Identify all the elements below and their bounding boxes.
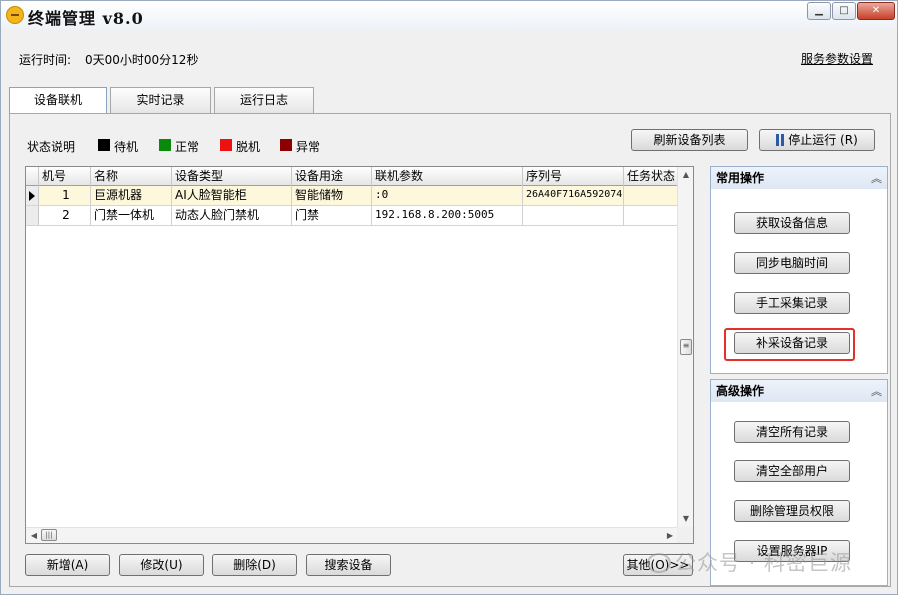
row-indicator: [26, 206, 39, 225]
legend-standby-label: 待机: [114, 140, 139, 154]
delete-button[interactable]: 删除(D): [212, 554, 297, 576]
tab-device-online[interactable]: 设备联机: [9, 87, 107, 114]
horizontal-scrollbar[interactable]: ◀ ||| ▶: [26, 527, 678, 543]
legend-offline-label: 脱机: [236, 140, 261, 154]
minimize-button[interactable]: ▁: [807, 2, 831, 20]
tab-run-log[interactable]: 运行日志: [214, 87, 314, 113]
main-window: 终端管理 v8.0 ▁ □ ✕ 运行时间: 0天00小时00分12秒 服务参数设…: [0, 0, 898, 595]
scroll-left-icon[interactable]: ◀: [26, 528, 42, 544]
device-grid: 机号 名称 设备类型 设备用途 联机参数 序列号 任务状态 1 巨源机器 AI人…: [25, 166, 694, 544]
close-icon: ✕: [871, 5, 881, 16]
legend-normal-swatch: [159, 139, 171, 151]
runtime-value: 0天00小时00分12秒: [85, 53, 199, 67]
close-button[interactable]: ✕: [857, 2, 895, 20]
cell-id: 2: [39, 206, 91, 225]
app-logo-icon: [6, 6, 24, 24]
cell-type: 动态人脸门禁机: [172, 206, 292, 225]
window-title: 终端管理 v8.0: [28, 9, 144, 28]
column-header-name[interactable]: 名称: [91, 167, 172, 186]
common-operations-header[interactable]: 常用操作 ︽: [711, 167, 887, 189]
common-operations-title: 常用操作: [716, 171, 765, 185]
cell-type: AI人脸智能柜: [172, 186, 292, 205]
cell-id: 1: [39, 186, 91, 205]
legend-normal-label: 正常: [175, 140, 200, 154]
runtime-label: 运行时间:: [19, 53, 72, 67]
collapse-up-icon[interactable]: ︽: [871, 168, 882, 190]
search-device-button[interactable]: 搜索设备: [306, 554, 391, 576]
legend-standby-swatch: [98, 139, 110, 151]
refresh-device-list-button[interactable]: 刷新设备列表: [631, 129, 748, 151]
watermark: 公众号 · 科密巨源: [647, 547, 852, 577]
highlight-box: [724, 328, 855, 361]
service-settings-link[interactable]: 服务参数设置: [801, 50, 873, 67]
cell-name: 巨源机器: [91, 186, 172, 205]
vertical-scrollbar[interactable]: ▲ ≡ ▼: [677, 167, 693, 527]
advanced-operations-header[interactable]: 高级操作 ︽: [711, 380, 887, 402]
column-header-id[interactable]: 机号: [39, 167, 91, 186]
advanced-operations-title: 高级操作: [716, 384, 765, 398]
stop-running-button[interactable]: 停止运行 (R): [759, 129, 875, 151]
column-header-param[interactable]: 联机参数: [372, 167, 523, 186]
clear-all-records-button[interactable]: 清空所有记录: [734, 421, 850, 443]
edit-button[interactable]: 修改(U): [119, 554, 204, 576]
column-header-usage[interactable]: 设备用途: [292, 167, 372, 186]
column-header-serial[interactable]: 序列号: [523, 167, 624, 186]
delete-admin-rights-button[interactable]: 删除管理员权限: [734, 500, 850, 522]
cell-usage: 智能储物: [292, 186, 372, 205]
cell-usage: 门禁: [292, 206, 372, 225]
clear-all-users-button[interactable]: 清空全部用户: [734, 460, 850, 482]
cell-name: 门禁一体机: [91, 206, 172, 225]
manual-collect-records-button[interactable]: 手工采集记录: [734, 292, 850, 314]
tab-realtime-records[interactable]: 实时记录: [110, 87, 211, 113]
header-indicator: [26, 167, 39, 186]
table-row[interactable]: 1 巨源机器 AI人脸智能柜 智能储物 :0 26A40F716A592074: [26, 186, 678, 206]
collapse-up-icon[interactable]: ︽: [871, 381, 882, 403]
scroll-corner: [677, 527, 693, 543]
cell-param: :0: [372, 186, 523, 205]
vertical-scroll-thumb[interactable]: ≡: [680, 339, 692, 355]
cell-task: [624, 206, 678, 225]
column-header-type[interactable]: 设备类型: [172, 167, 292, 186]
cell-serial: 26A40F716A592074: [523, 186, 624, 205]
sync-pc-time-button[interactable]: 同步电脑时间: [734, 252, 850, 274]
scroll-down-icon[interactable]: ▼: [678, 511, 694, 527]
grid-header: 机号 名称 设备类型 设备用途 联机参数 序列号 任务状态: [26, 167, 678, 186]
title-bar[interactable]: 终端管理 v8.0 ▁ □ ✕: [1, 1, 897, 29]
cell-task: [624, 186, 678, 205]
column-header-task[interactable]: 任务状态: [624, 167, 678, 186]
scroll-right-icon[interactable]: ▶: [662, 528, 678, 544]
get-device-info-button[interactable]: 获取设备信息: [734, 212, 850, 234]
cell-serial: [523, 206, 624, 225]
legend-error-label: 异常: [296, 140, 321, 154]
horizontal-scroll-thumb[interactable]: |||: [41, 529, 57, 541]
maximize-button[interactable]: □: [832, 2, 856, 20]
stop-running-label: 停止运行 (R): [788, 133, 858, 147]
legend-title: 状态说明: [27, 140, 76, 154]
watermark-text: 公众号 · 科密巨源: [675, 551, 853, 575]
minimize-icon: ▁: [815, 5, 823, 16]
row-indicator: [26, 186, 39, 205]
current-row-arrow-icon: [29, 191, 35, 201]
scroll-up-icon[interactable]: ▲: [678, 167, 694, 183]
wechat-icon: [647, 553, 671, 573]
add-button[interactable]: 新增(A): [25, 554, 110, 576]
table-row[interactable]: 2 门禁一体机 动态人脸门禁机 门禁 192.168.8.200:5005: [26, 206, 678, 226]
pause-icon: [776, 134, 785, 146]
cell-param: 192.168.8.200:5005: [372, 206, 523, 225]
legend-offline-swatch: [220, 139, 232, 151]
maximize-icon: □: [839, 5, 849, 16]
legend-error-swatch: [280, 139, 292, 151]
